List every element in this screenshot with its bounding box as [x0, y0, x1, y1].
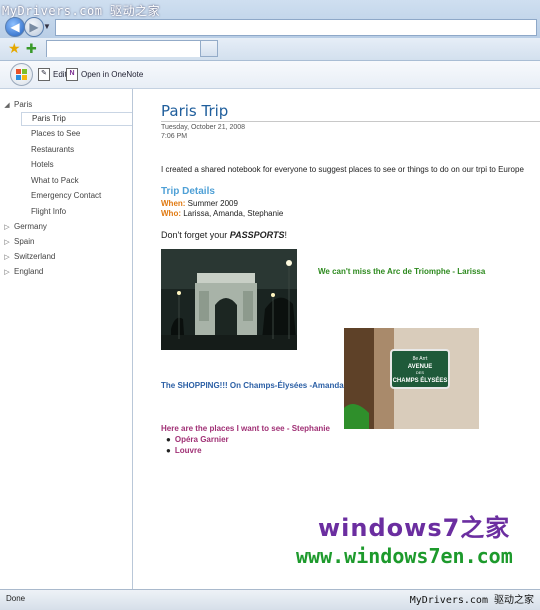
- sign-arrondissement: 8e Arrt: [413, 356, 428, 362]
- collapsed-arrow-icon: ▷: [4, 254, 10, 261]
- section-germany[interactable]: ▷ Germany: [0, 220, 47, 234]
- page-places-to-see[interactable]: Places to See: [21, 127, 132, 141]
- who-label: Who:: [161, 209, 181, 218]
- browser-tab[interactable]: [46, 40, 201, 57]
- arc-de-triomphe-photo[interactable]: [161, 249, 297, 350]
- forward-button[interactable]: ▶: [24, 17, 44, 37]
- forward-arrow-icon: ▶: [29, 20, 39, 34]
- when-label: When:: [161, 199, 186, 208]
- champs-elysees-sign-photo[interactable]: 8e Arrt AVENUE DES CHAMPS ÉLYSÉES: [344, 328, 479, 429]
- expanded-arrow-icon: ◢: [4, 102, 10, 109]
- who-line[interactable]: Who: Larissa, Amanda, Stephanie: [161, 209, 283, 218]
- page-hotels[interactable]: Hotels: [21, 158, 132, 172]
- watermark-url: www.windows7en.com: [296, 544, 513, 568]
- list-item[interactable]: ● Louvre: [166, 445, 229, 456]
- page-flight-info[interactable]: Flight Info: [21, 205, 132, 219]
- sign-des: DES: [416, 370, 425, 375]
- favorites-star-icon[interactable]: ★: [8, 40, 21, 57]
- open-in-onenote-command[interactable]: N Open in OneNote: [66, 68, 143, 81]
- passports-reminder[interactable]: Don't forget your PASSPORTS!: [161, 230, 287, 240]
- trip-details-heading[interactable]: Trip Details: [161, 186, 215, 197]
- page-paris-trip[interactable]: Paris Trip: [21, 112, 132, 126]
- page-restaurants[interactable]: Restaurants: [21, 143, 132, 157]
- page-date: Tuesday, October 21, 2008: [161, 124, 246, 131]
- edit-command[interactable]: ✎ Edit: [38, 68, 67, 81]
- title-divider: [161, 121, 540, 122]
- office-button[interactable]: [10, 63, 33, 86]
- edit-icon: ✎: [38, 68, 50, 81]
- back-button[interactable]: ◀: [5, 17, 25, 37]
- add-favorites-icon[interactable]: ✚: [26, 41, 37, 57]
- collapsed-arrow-icon: ▷: [4, 239, 10, 246]
- edit-label: Edit: [53, 70, 67, 79]
- new-tab-button[interactable]: [200, 40, 218, 57]
- page-title[interactable]: Paris Trip: [161, 102, 228, 120]
- open-in-onenote-label: Open in OneNote: [81, 70, 144, 79]
- collapsed-arrow-icon: ▷: [4, 224, 10, 231]
- bullet-icon: ●: [166, 435, 171, 444]
- section-spain[interactable]: ▷ Spain: [0, 235, 34, 249]
- page-emergency-contact[interactable]: Emergency Contact: [21, 189, 132, 203]
- intro-text[interactable]: I created a shared notebook for everyone…: [161, 165, 524, 174]
- places-list: ● Opéra Garnier ● Louvre: [166, 434, 229, 456]
- office-logo-icon: [16, 69, 27, 80]
- collapsed-arrow-icon: ▷: [4, 269, 10, 276]
- page-time: 7:06 PM: [161, 133, 188, 140]
- back-arrow-icon: ◀: [10, 20, 20, 34]
- address-bar[interactable]: [55, 19, 537, 36]
- section-switzerland[interactable]: ▷ Switzerland: [0, 250, 55, 264]
- status-watermark: MyDrivers.com 驱动之家: [409, 595, 534, 606]
- places-caption[interactable]: Here are the places I want to see - Step…: [161, 424, 330, 433]
- list-item[interactable]: ● Opéra Garnier: [166, 434, 229, 445]
- sign-champs-elysees: CHAMPS ÉLYSÉES: [393, 376, 448, 384]
- page-what-to-pack[interactable]: What to Pack: [21, 174, 132, 188]
- when-value: Summer 2009: [187, 199, 238, 208]
- shopping-caption[interactable]: The SHOPPING!!! On Champs-Élysées -Amand…: [161, 381, 344, 390]
- section-paris[interactable]: ◢ Paris: [0, 98, 32, 112]
- watermark-brand: windows7之家: [318, 514, 511, 542]
- onenote-icon: N: [66, 68, 78, 81]
- section-england[interactable]: ▷ England: [0, 265, 43, 279]
- status-text: Done: [6, 594, 26, 603]
- who-value: Larissa, Amanda, Stephanie: [183, 209, 284, 218]
- notebook-navigation: ◢ Paris Paris Trip Places to See Restaura…: [0, 89, 133, 589]
- bullet-icon: ●: [166, 446, 171, 455]
- watermark-top: MyDrivers.com 驱动之家: [2, 4, 161, 18]
- arc-caption[interactable]: We can't miss the Arc de Triomphe - Lari…: [318, 267, 485, 276]
- when-line[interactable]: When: Summer 2009: [161, 199, 238, 208]
- history-dropdown-icon[interactable]: ▼: [43, 22, 51, 31]
